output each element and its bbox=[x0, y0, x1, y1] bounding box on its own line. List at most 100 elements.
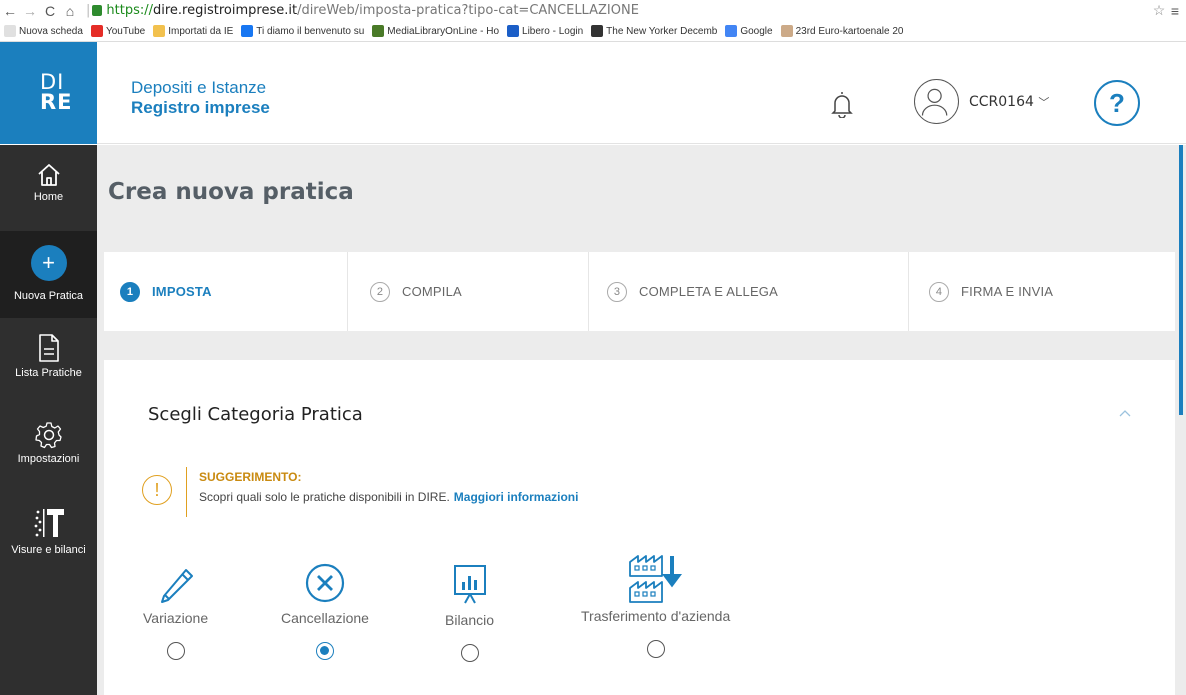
warning-icon: ! bbox=[142, 475, 172, 505]
more-info-link[interactable]: Maggiori informazioni bbox=[454, 490, 579, 504]
libero-icon bbox=[507, 25, 520, 37]
reload-icon[interactable]: C bbox=[40, 3, 60, 19]
kartoenale-icon bbox=[780, 25, 793, 37]
category-cancellazione[interactable]: Cancellazione bbox=[281, 562, 369, 660]
bell-icon[interactable] bbox=[830, 90, 854, 118]
sidebar: Home + Nuova Pratica Lista Pratiche Impo… bbox=[0, 145, 97, 695]
browser-toolbar: ← → C ⌂ | https:// dire.registroimprese.… bbox=[0, 0, 1186, 21]
help-button[interactable]: ? bbox=[1094, 80, 1140, 126]
sidebar-item-label: Visure e bilanci bbox=[11, 544, 86, 556]
dire-logo[interactable]: DI RE bbox=[0, 42, 97, 144]
bookmark-item[interactable]: Ti diamo il benvenuto su bbox=[241, 25, 364, 37]
card-title: Scegli Categoria Pratica bbox=[148, 404, 363, 425]
app-header: DI RE Depositi e Istanze Registro impres… bbox=[0, 42, 1186, 144]
url-protocol: https:// bbox=[106, 3, 153, 18]
folder-icon bbox=[153, 25, 166, 37]
back-arrow-icon[interactable]: ← bbox=[0, 3, 20, 19]
bookmark-label: Nuova scheda bbox=[19, 25, 83, 37]
bookmark-star-icon[interactable]: ☆ bbox=[1150, 2, 1168, 19]
category-label: Cancellazione bbox=[281, 610, 369, 626]
home-browser-icon[interactable]: ⌂ bbox=[60, 3, 80, 19]
tip-text: Scopri quali solo le pratiche disponibil… bbox=[199, 490, 578, 504]
step-firma-e-invia[interactable]: 4 FIRMA E INVIA bbox=[909, 252, 1175, 331]
user-menu[interactable]: CCR0164 ﹀ bbox=[969, 94, 1049, 110]
step-number: 4 bbox=[929, 281, 949, 302]
gear-icon bbox=[34, 422, 62, 449]
tip-box: ! SUGGERIMENTO: Scopri quali solo le pra… bbox=[142, 467, 578, 517]
help-label: ? bbox=[1109, 87, 1125, 118]
bookmark-label: Google bbox=[740, 25, 773, 37]
url-path: /direWeb/imposta-pratica?tipo-cat=CANCEL… bbox=[297, 3, 639, 18]
bookmarks-bar: Nuova scheda YouTube Importati da IE Ti … bbox=[0, 21, 1186, 42]
sidebar-item-impostazioni[interactable]: Impostazioni bbox=[0, 406, 97, 494]
medialibrary-icon bbox=[372, 25, 385, 37]
pencil-icon bbox=[160, 569, 193, 603]
google-icon bbox=[725, 25, 738, 37]
url-bar[interactable]: | https:// dire.registroimprese.it /dire… bbox=[86, 2, 1150, 20]
step-compila[interactable]: 2 COMPILA bbox=[348, 252, 589, 331]
bookmark-label: Libero - Login bbox=[522, 25, 584, 37]
category-trasferimento[interactable]: Trasferimento d'azienda bbox=[581, 552, 730, 658]
tip-heading: SUGGERIMENTO: bbox=[199, 470, 302, 484]
lock-icon bbox=[92, 5, 103, 16]
radio-trasferimento[interactable] bbox=[646, 640, 665, 658]
factory-transfer-icon bbox=[628, 555, 682, 603]
bookmark-label: YouTube bbox=[105, 25, 146, 37]
category-bilancio[interactable]: Bilancio bbox=[445, 562, 494, 662]
step-label: COMPILA bbox=[402, 284, 462, 299]
bookmark-label: Importati da IE bbox=[168, 25, 234, 37]
bookmark-label: Ti diamo il benvenuto su bbox=[256, 25, 365, 37]
category-variazione[interactable]: Variazione bbox=[143, 562, 208, 660]
menu-icon[interactable]: ≡ bbox=[1168, 3, 1182, 19]
tip-text-body: Scopri quali solo le pratiche disponibil… bbox=[199, 490, 450, 504]
bookmark-label: 23rd Euro-kartoenale 20 bbox=[795, 25, 904, 37]
logo-line-2: RE bbox=[40, 90, 73, 114]
plus-icon: + bbox=[30, 245, 67, 281]
sidebar-item-label: Home bbox=[33, 191, 64, 203]
step-label: COMPLETA E ALLEGA bbox=[639, 284, 778, 299]
app-title: Depositi e Istanze Registro imprese bbox=[131, 78, 270, 118]
category-label: Bilancio bbox=[445, 612, 495, 628]
bookmark-item[interactable]: Google bbox=[725, 25, 773, 37]
sidebar-item-label: Lista Pratiche bbox=[15, 367, 82, 379]
user-icon bbox=[921, 88, 948, 116]
bookmark-item[interactable]: Nuova scheda bbox=[4, 25, 83, 37]
step-imposta[interactable]: 1 IMPOSTA bbox=[104, 252, 348, 331]
step-label: FIRMA E INVIA bbox=[961, 284, 1054, 299]
bookmark-item[interactable]: Libero - Login bbox=[507, 25, 583, 37]
bookmark-icon bbox=[4, 25, 16, 37]
chevron-down-icon: ﹀ bbox=[1038, 96, 1050, 109]
sidebar-item-lista-pratiche[interactable]: Lista Pratiche bbox=[0, 318, 97, 406]
page-title: Crea nuova pratica bbox=[108, 179, 354, 205]
user-name: CCR0164 bbox=[969, 94, 1034, 110]
forward-arrow-icon[interactable]: → bbox=[20, 3, 40, 19]
scrollbar[interactable] bbox=[1179, 145, 1183, 415]
bookmark-item[interactable]: MediaLibraryOnLine - Ho bbox=[372, 25, 499, 37]
sidebar-item-nuova-pratica[interactable]: + Nuova Pratica bbox=[0, 231, 97, 318]
bookmark-item[interactable]: 23rd Euro-kartoenale 20 bbox=[780, 25, 904, 37]
home-icon bbox=[37, 164, 60, 186]
radio-bilancio[interactable] bbox=[460, 644, 479, 662]
cancel-circle-icon bbox=[305, 563, 345, 603]
tip-divider bbox=[186, 467, 187, 517]
radio-variazione[interactable] bbox=[166, 642, 185, 660]
app-title-sub: Registro imprese bbox=[131, 98, 270, 117]
bookmark-item[interactable]: The New Yorker Decemb bbox=[591, 25, 717, 37]
bookmark-item[interactable]: YouTube bbox=[90, 25, 146, 37]
avatar[interactable] bbox=[914, 79, 959, 124]
sidebar-item-home[interactable]: Home bbox=[0, 145, 97, 231]
wizard-steps: 1 IMPOSTA 2 COMPILA 3 COMPLETA E ALLEGA … bbox=[104, 252, 1175, 331]
app-title-main: Depositi e Istanze bbox=[131, 78, 267, 97]
chevron-up-icon[interactable] bbox=[1118, 408, 1132, 418]
bookmark-item[interactable]: Importati da IE bbox=[153, 25, 233, 37]
bookmark-label: MediaLibraryOnLine - Ho bbox=[387, 25, 500, 37]
step-number: 1 bbox=[120, 281, 140, 302]
category-label: Variazione bbox=[143, 610, 209, 626]
tip-content: SUGGERIMENTO: Scopri quali solo le prati… bbox=[199, 467, 578, 517]
sidebar-item-label: Nuova Pratica bbox=[13, 290, 84, 302]
step-completa-e-allega[interactable]: 3 COMPLETA E ALLEGA bbox=[589, 252, 909, 331]
radio-cancellazione[interactable] bbox=[315, 642, 334, 660]
sidebar-item-visure[interactable]: Visure e bilanci bbox=[0, 494, 97, 582]
newyorker-icon bbox=[591, 25, 604, 37]
visure-icon bbox=[34, 509, 64, 537]
